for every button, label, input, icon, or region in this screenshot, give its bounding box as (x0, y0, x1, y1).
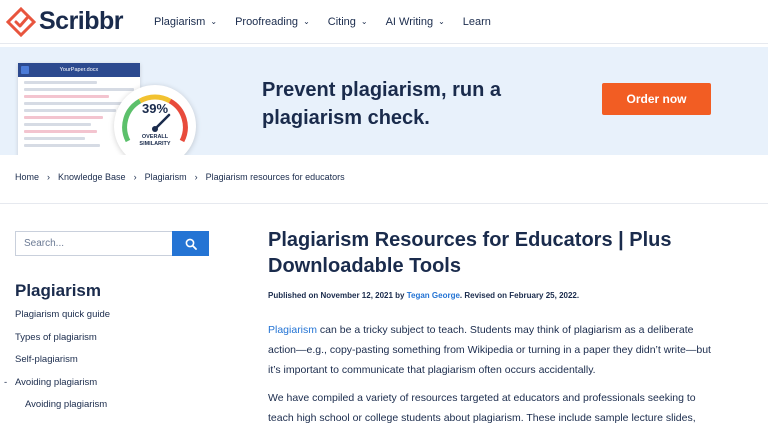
doc-highlight-line (24, 130, 98, 133)
author-link[interactable]: Tegan George (407, 291, 460, 300)
article-byline: Published on November 12, 2021 by Tegan … (268, 291, 579, 300)
byline-published: Published on November 12, 2021 by (268, 291, 407, 300)
order-now-button[interactable]: Order now (602, 83, 711, 115)
divider (0, 203, 768, 204)
sidebar-item-types[interactable]: Types of plagiarism (15, 332, 235, 355)
nav-label: Citing (327, 15, 356, 28)
promo-banner[interactable]: YourPaper.docx 39% OVERALL SIMILARITY Pr… (0, 47, 768, 155)
sidebar-item-self-plagiarism[interactable]: Self-plagiarism (15, 354, 235, 377)
chevron-right-icon: › (194, 172, 198, 182)
top-navbar: Scribbr Plagiarism ⌄ Proofreading ⌄ Citing… (0, 0, 768, 44)
article-paragraph-1: Plagiarism can be a tricky subject to te… (268, 320, 758, 380)
sidebar-item-avoiding[interactable]: - Avoiding plagiarism (4, 376, 235, 400)
para-line: it’s important to communicate that plagi… (268, 364, 596, 376)
chevron-right-icon: › (47, 172, 51, 182)
sidebar-item-label: Plagiarism quick guide (15, 309, 111, 320)
chevron-down-icon: ⌄ (360, 17, 368, 26)
nav-label: Plagiarism (154, 15, 206, 28)
similarity-percent: 39% (141, 101, 169, 116)
chevron-right-icon: › (133, 172, 137, 182)
breadcrumb-knowledge-base[interactable]: Knowledge Base (58, 172, 126, 182)
doc-text-line (24, 137, 85, 140)
para-line: teach high school or college students ab… (268, 412, 696, 424)
nav-label: Proofreading (235, 15, 299, 28)
collapse-icon[interactable]: - (4, 377, 7, 388)
nav-label: Learn (462, 15, 491, 28)
document-title: YourPaper.docx (59, 67, 99, 73)
doc-text-line (24, 109, 116, 112)
chevron-down-icon: ⌄ (210, 17, 218, 26)
search-icon (185, 238, 197, 250)
nav-learn[interactable]: Learn (463, 16, 491, 28)
word-doc-icon (21, 66, 29, 74)
sidebar-item-label: Self-plagiarism (15, 354, 78, 365)
banner-headline-line: plagiarism check. (262, 107, 430, 129)
plagiarism-link[interactable]: Plagiarism (268, 324, 317, 336)
para-line: action—e.g., copy-pasting something from… (268, 344, 711, 356)
sidebar-nav: Plagiarism quick guide Types of plagiari… (4, 309, 235, 422)
search-button[interactable] (172, 231, 209, 256)
page-title: Plagiarism Resources for Educators | Plu… (268, 227, 748, 279)
doc-text-line (24, 123, 92, 126)
gauge-label-line: OVERALL (141, 134, 169, 140)
search-input[interactable] (15, 231, 172, 256)
breadcrumb: Home › Knowledge Base › Plagiarism › Pla… (15, 172, 345, 182)
chevron-down-icon: ⌄ (303, 17, 310, 26)
title-line: Plagiarism Resources for Educators | Plu… (268, 229, 672, 251)
nav-proofreading[interactable]: Proofreading ⌄ (235, 16, 310, 28)
document-header: YourPaper.docx (18, 63, 140, 77)
banner-headline: Prevent plagiarism, run a plagiarism che… (262, 76, 552, 132)
para-text: can be a tricky subject to teach. Studen… (317, 324, 694, 336)
similarity-label: OVERALL SIMILARITY (114, 134, 196, 148)
byline-revised: . Revised on February 25, 2022. (459, 291, 580, 300)
sidebar-item-label: Types of plagiarism (15, 331, 97, 343)
sidebar-item-quick-guide[interactable]: Plagiarism quick guide (15, 309, 235, 332)
doc-highlight-line (24, 116, 104, 119)
breadcrumb-plagiarism[interactable]: Plagiarism (145, 172, 187, 182)
sidebar-title: Plagiarism (15, 281, 101, 300)
nav-label: AI Writing (385, 15, 434, 28)
sidebar-subitem-avoiding[interactable]: Avoiding plagiarism (15, 399, 235, 422)
logo-text: Scribbr (39, 7, 124, 35)
search-box (15, 231, 209, 256)
article-paragraph-2: We have compiled a variety of resources … (268, 388, 758, 428)
sidebar-item-label: Avoiding plagiarism (25, 399, 108, 410)
doc-text-line (24, 144, 100, 147)
breadcrumb-home[interactable]: Home (15, 172, 39, 182)
nav-ai-writing[interactable]: AI Writing ⌄ (386, 16, 445, 28)
scribbr-logo[interactable]: Scribbr (6, 6, 154, 37)
para-line: Plagiarism can be a tricky subject to te… (268, 320, 758, 340)
nav-citing[interactable]: Citing ⌄ (328, 16, 368, 28)
title-line: Downloadable Tools (268, 255, 461, 277)
doc-highlight-line (24, 95, 110, 98)
similarity-gauge: 39% OVERALL SIMILARITY (114, 85, 196, 155)
chevron-down-icon: ⌄ (438, 17, 445, 26)
gauge-label-line: SIMILARITY (139, 141, 171, 147)
scribbr-logo-icon (6, 6, 36, 37)
sidebar-item-label: Avoiding plagiarism (15, 376, 98, 388)
para-line: We have compiled a variety of resources … (268, 392, 696, 404)
nav-plagiarism[interactable]: Plagiarism ⌄ (154, 16, 217, 28)
banner-headline-line: Prevent plagiarism, run a (262, 79, 501, 101)
doc-text-line (24, 81, 98, 84)
breadcrumb-current: Plagiarism resources for educators (205, 172, 345, 182)
